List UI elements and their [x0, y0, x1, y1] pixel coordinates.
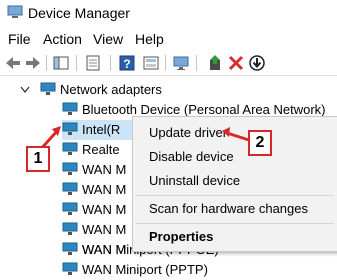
menu-help[interactable]: Help — [135, 31, 164, 47]
tree-item[interactable]: Realte — [62, 140, 132, 160]
monitor-icon[interactable] — [172, 54, 190, 72]
tree-item[interactable]: WAN M — [62, 200, 132, 220]
network-adapter-icon — [62, 262, 78, 275]
menu-bar: File Action View Help — [0, 28, 337, 50]
tree-category-network-adapters[interactable]: Network adapters — [20, 80, 320, 100]
window-title: Device Manager — [28, 5, 130, 21]
network-adapter-icon — [62, 242, 78, 255]
tree-item[interactable]: WAN Miniport (PPTP) — [62, 260, 262, 280]
title-bar: Device Manager — [0, 0, 337, 26]
context-menu-separator — [135, 223, 334, 224]
properties-icon[interactable] — [84, 54, 102, 72]
uninstall-icon[interactable] — [227, 54, 245, 72]
svg-text:?: ? — [123, 57, 130, 71]
toolbar: ? — [0, 52, 337, 74]
show-hide-tree-icon[interactable] — [52, 54, 70, 72]
context-menu: Update driver Disable device Uninstall d… — [132, 116, 337, 252]
annotation-badge-2: 2 — [248, 130, 272, 156]
menu-action[interactable]: Action — [43, 31, 82, 47]
network-adapter-icon — [62, 142, 78, 155]
context-menu-properties[interactable]: Properties — [149, 229, 213, 244]
tree-item-label: WAN Miniport (PPTP) — [82, 262, 208, 277]
tree-item-label: Intel(R — [82, 122, 121, 137]
tree-item-label: Bluetooth Device (Personal Area Network) — [82, 102, 326, 117]
context-menu-separator — [135, 195, 334, 196]
network-adapter-icon — [62, 202, 78, 215]
tree-item-label: WAN M — [82, 202, 127, 217]
tree-item[interactable]: WAN M — [62, 220, 132, 240]
tree-item[interactable]: WAN M — [62, 180, 132, 200]
tree-item-label: Realte — [82, 142, 120, 157]
update-driver-icon[interactable] — [206, 54, 224, 72]
device-manager-icon — [7, 5, 23, 18]
network-adapter-icon — [62, 122, 78, 135]
help-icon[interactable]: ? — [118, 54, 136, 72]
toolbar-separator — [196, 55, 197, 71]
tree-item-label: WAN M — [82, 222, 127, 237]
toolbar-separator — [46, 55, 47, 71]
toolbar-separator — [165, 55, 166, 71]
tree-item-selected[interactable]: Intel(R — [62, 120, 132, 140]
context-menu-uninstall-device[interactable]: Uninstall device — [149, 173, 240, 188]
menu-view[interactable]: View — [93, 31, 123, 47]
chevron-down-icon[interactable] — [20, 86, 30, 94]
context-menu-disable-device[interactable]: Disable device — [149, 149, 234, 164]
network-adapter-icon — [62, 222, 78, 235]
toolbar-separator — [76, 55, 77, 71]
category-label: Network adapters — [60, 82, 162, 97]
back-arrow-icon[interactable] — [4, 54, 22, 72]
toolbar-separator — [110, 55, 111, 71]
menu-file[interactable]: File — [8, 31, 31, 47]
tree-item-label: WAN M — [82, 182, 127, 197]
scan-icon[interactable] — [142, 54, 160, 72]
context-menu-update-driver[interactable]: Update driver — [149, 125, 227, 140]
network-adapter-icon — [62, 162, 78, 175]
context-menu-scan-hardware[interactable]: Scan for hardware changes — [149, 201, 308, 216]
network-adapter-icon — [40, 82, 56, 95]
tree-item-label: WAN M — [82, 162, 127, 177]
forward-arrow-icon[interactable] — [24, 54, 42, 72]
network-adapter-icon — [62, 102, 78, 115]
tree-item[interactable]: WAN M — [62, 160, 132, 180]
annotation-badge-1: 1 — [26, 146, 50, 172]
disable-icon[interactable] — [248, 54, 266, 72]
network-adapter-icon — [62, 182, 78, 195]
